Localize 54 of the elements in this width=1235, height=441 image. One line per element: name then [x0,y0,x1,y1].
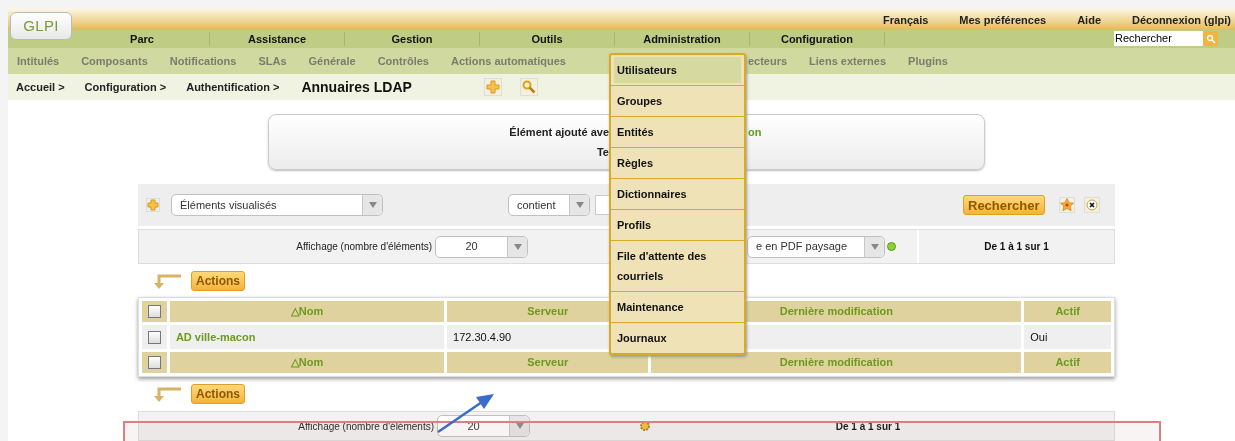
dropdown-caret-icon [569,195,589,215]
dropdown-item[interactable]: Entités [614,119,741,145]
main-menu-item[interactable]: Configuration [780,30,854,48]
main-menu-item[interactable]: Assistance [247,30,307,48]
breadcrumb-link[interactable]: Authentification > [186,78,280,96]
main-menu-item[interactable]: Outils [531,30,563,48]
export-select[interactable]: e en PDF paysage [747,235,885,258]
main-menu-item[interactable]: Administration [643,30,721,48]
dropdown-caret-icon [864,236,884,257]
dropdown-item[interactable]: File d'attente des courriels [614,243,741,289]
actions-button[interactable]: Actions [191,271,245,291]
return-arrow-icon [153,273,183,289]
search-icon[interactable] [1203,31,1218,46]
page-range: De 1 à 1 sur 1 [983,240,1050,254]
checkbox[interactable] [147,330,161,344]
dropdown-item[interactable]: Journaux [614,325,741,351]
operator-select[interactable]: contient [508,194,590,216]
page-title: Annuaires LDAP [301,77,412,97]
top-link[interactable]: Aide [1077,11,1101,28]
top-link[interactable]: Mes préférences [959,11,1047,28]
dropdown-item[interactable]: Profils [614,212,741,238]
annotation-arrow [436,392,496,434]
return-arrow-icon [153,386,183,402]
star-icon[interactable] [1058,197,1075,213]
top-link[interactable]: Déconnexion (glpi) [1132,11,1231,28]
display-count-label: Affichage (nombre d'éléments) [296,240,432,254]
main-menu-item[interactable]: Parc [130,30,154,48]
message-text: Élément ajouté ave [509,125,609,140]
actions-button[interactable]: Actions [191,384,245,404]
table-cell-text: Oui [1030,329,1048,345]
checkbox[interactable] [147,305,161,318]
test-result-text: Te [596,144,609,160]
search-button[interactable]: Rechercher [963,195,1045,215]
dropdown-caret-icon [507,236,527,257]
close-icon[interactable] [1083,197,1100,213]
dropdown-item[interactable]: Utilisateurs [614,57,741,83]
dropdown-caret-icon [362,195,382,215]
field-select[interactable]: Éléments visualisés [171,194,383,216]
count-select[interactable]: 20 [435,235,528,258]
dropdown-item[interactable]: Maintenance [614,294,741,320]
dropdown-item[interactable]: Groupes [614,88,741,114]
table-cell-text: 172.30.4.90 [453,329,512,345]
main-menu-item[interactable]: Gestion [391,30,433,48]
top-link[interactable]: Français [883,11,929,28]
breadcrumb-link[interactable]: Accueil > [16,78,65,96]
add-criterion-icon[interactable] [146,198,160,212]
search-field[interactable]: Rechercher [1114,31,1203,46]
dropdown-caret-icon [509,416,529,436]
checkbox[interactable] [147,356,161,369]
dropdown-item[interactable]: Règles [614,150,741,176]
dropdown-item[interactable]: Dictionnaires [614,181,741,207]
add-icon[interactable] [483,78,502,96]
breadcrumb-link[interactable]: Configuration > [84,78,167,96]
search-icon[interactable] [519,78,538,96]
